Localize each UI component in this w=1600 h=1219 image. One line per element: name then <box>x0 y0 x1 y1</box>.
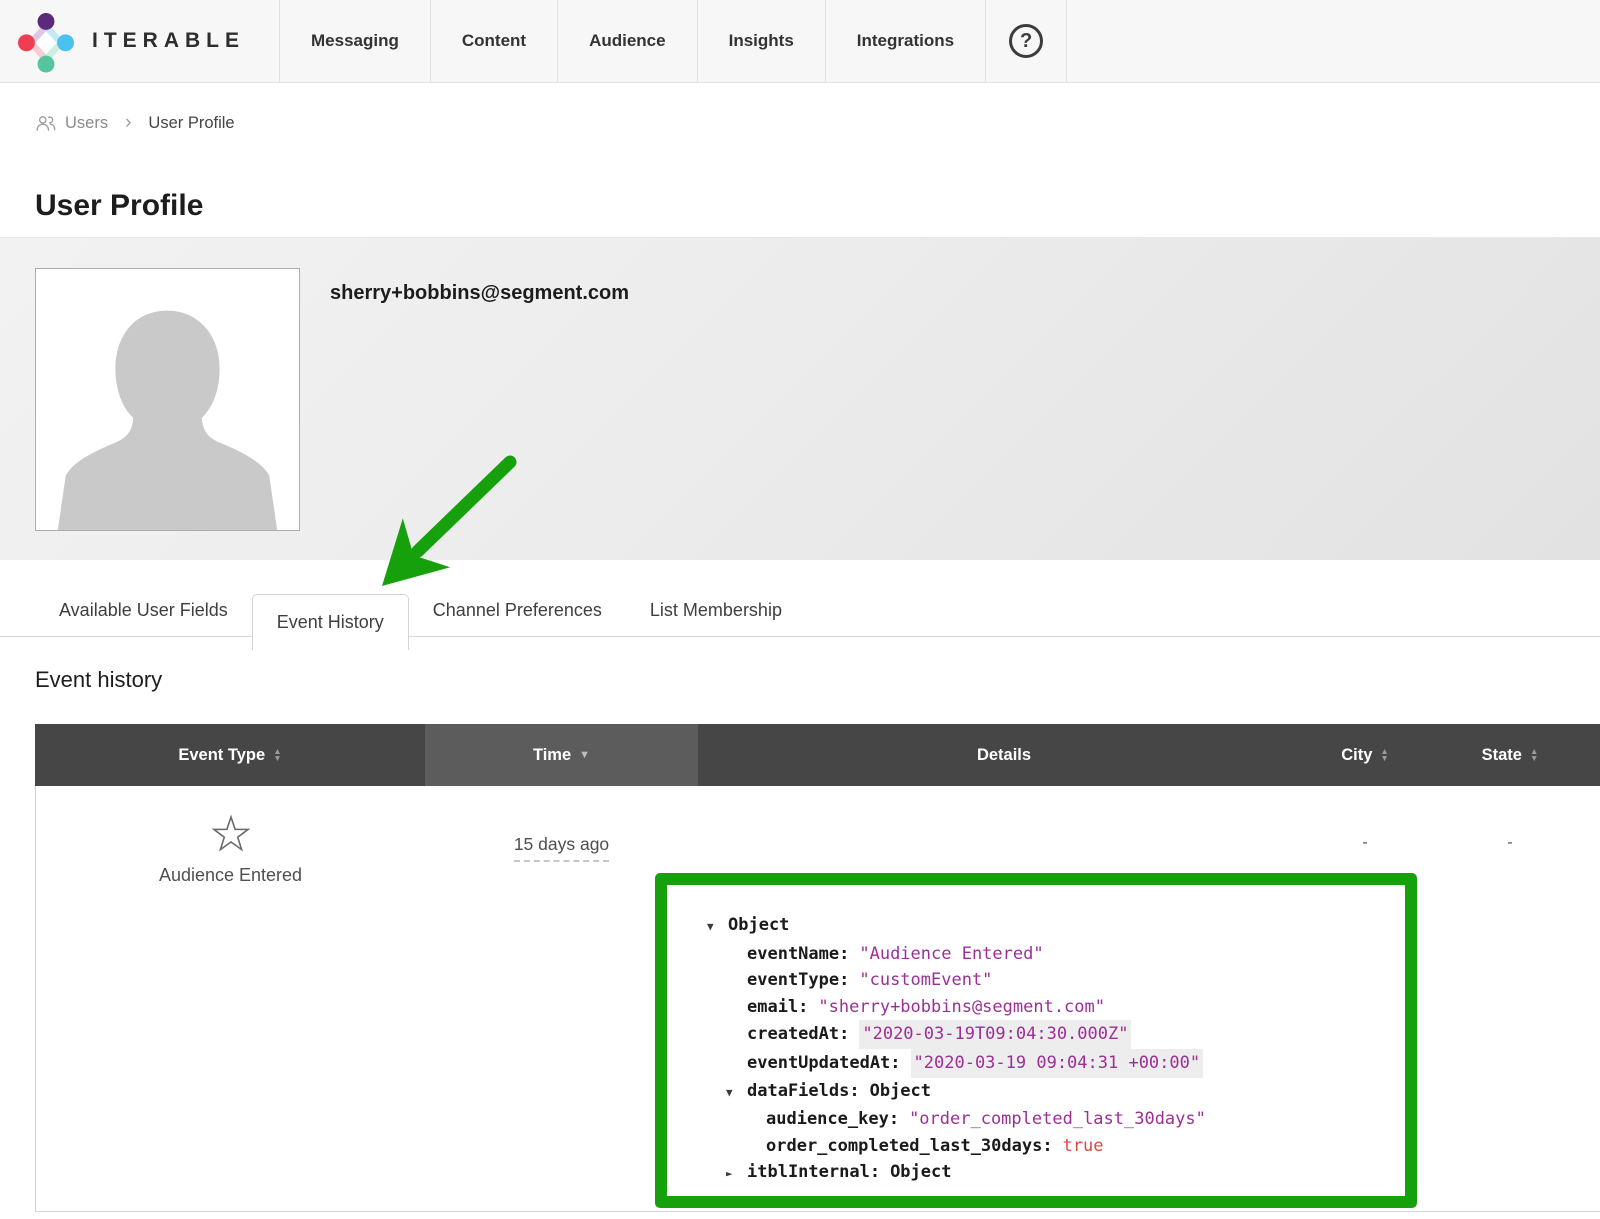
profile-tabs: Available User Fields Event History Chan… <box>0 560 1600 637</box>
column-label: Time <box>533 746 571 765</box>
json-value: "Audience Entered" <box>859 941 1043 968</box>
star-icon <box>212 814 250 854</box>
tab-channel-preferences[interactable]: Channel Preferences <box>409 576 626 621</box>
expand-toggle-icon[interactable]: ► <box>726 1161 747 1188</box>
event-type-cell: Audience Entered <box>36 786 425 1211</box>
nav-item-content[interactable]: Content <box>430 0 557 82</box>
breadcrumb-users-link[interactable]: Users <box>35 114 108 133</box>
column-header-event-type[interactable]: Event Type ▲▼ <box>35 724 425 786</box>
nav-item-integrations[interactable]: Integrations <box>825 0 985 82</box>
tab-event-history[interactable]: Event History <box>252 594 409 650</box>
event-history-heading: Event history <box>35 667 1600 693</box>
json-key: eventUpdatedAt: <box>747 1050 901 1077</box>
json-value: true <box>1063 1133 1104 1160</box>
json-line: eventUpdatedAt: "2020-03-19 09:04:31 +00… <box>707 1049 1395 1078</box>
json-key: order_completed_last_30days: <box>766 1133 1053 1160</box>
expand-toggle-icon[interactable]: ▼ <box>707 914 728 941</box>
json-key: audience_key: <box>766 1106 899 1133</box>
avatar <box>35 268 300 531</box>
sort-icon: ▲▼ <box>1380 748 1388 762</box>
json-value: "customEvent" <box>859 967 992 994</box>
tab-available-user-fields[interactable]: Available User Fields <box>35 576 252 621</box>
json-value: "2020-03-19T09:04:30.000Z" <box>859 1020 1131 1049</box>
breadcrumb: Users › User Profile <box>35 111 1600 135</box>
event-type-label: Audience Entered <box>159 865 302 886</box>
breadcrumb-current: User Profile <box>148 114 234 133</box>
json-line: ► itblInternal: Object <box>707 1159 1395 1188</box>
column-label: Event Type <box>178 746 265 765</box>
column-header-details: Details <box>698 724 1310 786</box>
column-header-state[interactable]: State ▲▼ <box>1420 724 1600 786</box>
json-key: itblInternal: <box>747 1159 880 1186</box>
brand-wordmark: ITERABLE <box>92 29 245 53</box>
sort-icon: ▲▼ <box>1530 748 1538 762</box>
iterable-diamond-icon <box>14 6 78 76</box>
json-value: "2020-03-19 09:04:31 +00:00" <box>911 1049 1204 1078</box>
json-line: ▼ Object <box>707 912 1395 941</box>
json-line: email: "sherry+bobbins@segment.com" <box>707 994 1395 1021</box>
chevron-right-icon: › <box>119 113 137 133</box>
json-key: createdAt: <box>747 1021 849 1048</box>
sort-icon: ▲▼ <box>273 748 281 762</box>
json-line: ▼ dataFields: Object <box>707 1078 1395 1107</box>
column-label: City <box>1341 746 1372 765</box>
page-title: User Profile <box>35 188 1600 224</box>
json-key: email: <box>747 994 808 1021</box>
json-value: Object <box>728 912 789 939</box>
expand-toggle-icon[interactable]: ▼ <box>726 1080 747 1107</box>
json-line: eventType: "customEvent" <box>707 967 1395 994</box>
json-value: "sherry+bobbins@segment.com" <box>818 994 1105 1021</box>
tab-list-membership[interactable]: List Membership <box>626 576 806 621</box>
nav-item-messaging[interactable]: Messaging <box>279 0 430 82</box>
json-line: audience_key: "order_completed_last_30da… <box>707 1106 1395 1133</box>
json-key: eventName: <box>747 941 849 968</box>
table-row: Audience Entered 15 days ago - - ▼ Objec… <box>35 786 1600 1212</box>
column-header-time[interactable]: Time ▼ <box>425 724 698 786</box>
column-header-city[interactable]: City ▲▼ <box>1310 724 1420 786</box>
json-value: "order_completed_last_30days" <box>909 1106 1206 1133</box>
help-button[interactable]: ? <box>985 0 1067 82</box>
json-line: createdAt: "2020-03-19T09:04:30.000Z" <box>707 1020 1395 1049</box>
profile-header-band: sherry+bobbins@segment.com <box>0 237 1600 560</box>
json-line: eventName: "Audience Entered" <box>707 941 1395 968</box>
json-line: order_completed_last_30days: true <box>707 1133 1395 1160</box>
users-icon <box>35 115 57 132</box>
state-cell: - <box>1420 786 1600 1211</box>
user-email: sherry+bobbins@segment.com <box>330 282 629 305</box>
iterable-logo[interactable]: ITERABLE <box>0 0 279 82</box>
column-label: Details <box>977 746 1031 765</box>
breadcrumb-users-label: Users <box>65 114 108 133</box>
user-profile-page: ITERABLE Messaging Content Audience Insi… <box>0 0 1600 1219</box>
help-icon: ? <box>1009 24 1043 58</box>
json-value: Object <box>870 1078 931 1105</box>
top-nav: ITERABLE Messaging Content Audience Insi… <box>0 0 1600 83</box>
nav-item-insights[interactable]: Insights <box>697 0 825 82</box>
table-header: Event Type ▲▼ Time ▼ Details City ▲▼ Sta… <box>35 724 1600 786</box>
json-value: Object <box>890 1159 951 1186</box>
person-silhouette-icon <box>36 269 299 530</box>
json-key: dataFields: <box>747 1078 860 1105</box>
json-details-viewer: ▼ Object eventName: "Audience Entered" e… <box>667 885 1405 1188</box>
event-history-table: Event Type ▲▼ Time ▼ Details City ▲▼ Sta… <box>35 724 1600 1212</box>
nav-item-audience[interactable]: Audience <box>557 0 697 82</box>
column-label: State <box>1482 746 1522 765</box>
relative-time[interactable]: 15 days ago <box>514 834 609 862</box>
json-key: eventType: <box>747 967 849 994</box>
sort-desc-icon: ▼ <box>579 749 590 761</box>
annotation-highlight-box: ▼ Object eventName: "Audience Entered" e… <box>655 873 1417 1208</box>
